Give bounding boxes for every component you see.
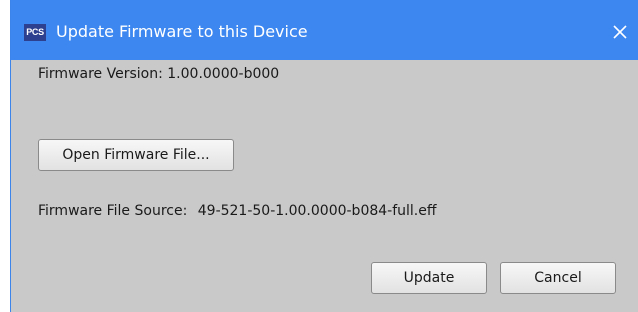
firmware-source-label: Firmware File Source:	[38, 203, 188, 219]
close-icon[interactable]	[611, 23, 629, 41]
update-button[interactable]: Update	[371, 262, 487, 294]
firmware-source-row: Firmware File Source: 49-521-50-1.00.000…	[38, 202, 437, 220]
open-firmware-file-button[interactable]: Open Firmware File...	[38, 139, 234, 171]
dialog-title: Update Firmware to this Device	[56, 22, 308, 41]
pcs-app-icon: PCS	[24, 24, 46, 41]
firmware-version-value: 1.00.0000-b000	[167, 66, 280, 82]
app-icon-text: PCS	[26, 27, 44, 37]
cancel-button[interactable]: Cancel	[500, 262, 616, 294]
firmware-version-label: Firmware Version:	[38, 66, 163, 82]
firmware-source-value: 49-521-50-1.00.0000-b084-full.eff	[197, 203, 437, 219]
firmware-version-row: Firmware Version: 1.00.0000-b000	[38, 65, 279, 83]
title-bar[interactable]: PCS Update Firmware to this Device	[11, 0, 638, 60]
update-firmware-dialog: PCS Update Firmware to this Device Firmw…	[10, 0, 638, 312]
